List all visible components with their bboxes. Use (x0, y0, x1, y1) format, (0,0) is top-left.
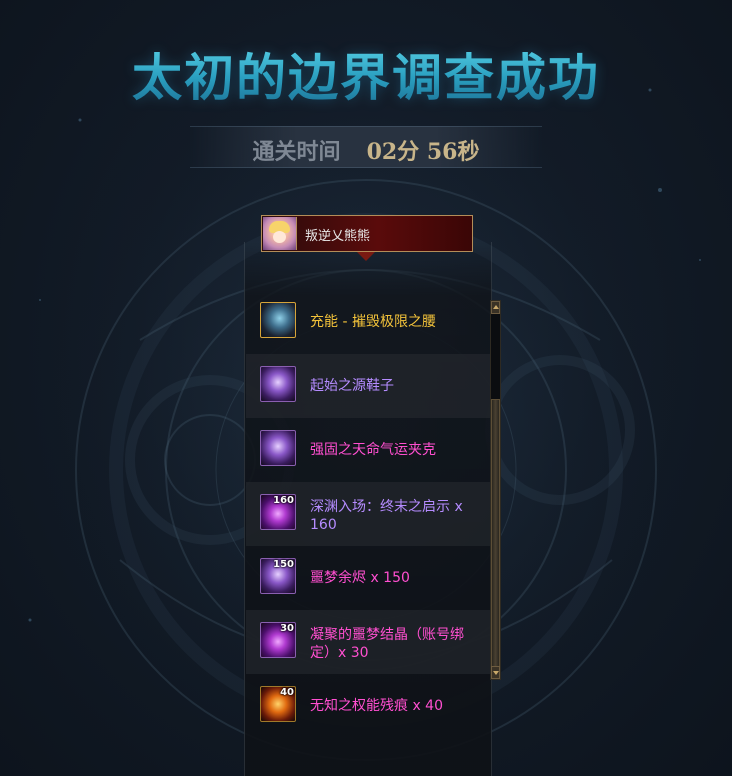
list-item[interactable]: 160 深渊入场：终末之启示 x 160 (246, 482, 490, 546)
trace-icon: 40 (260, 686, 296, 722)
list-item[interactable]: 充能 - 摧毁极限之腰 (246, 290, 490, 354)
list-item[interactable]: 150 噩梦余烬 x 150 (246, 546, 490, 610)
jacket-icon (260, 430, 296, 466)
pointer-arrow-icon (357, 252, 375, 261)
count-badge: 150 (273, 559, 294, 570)
list-item[interactable]: 40 无知之权能残痕 x 40 (246, 674, 490, 738)
scrollbar[interactable] (490, 300, 501, 680)
character-portrait-icon (263, 217, 297, 250)
item-name: 充能 - 摧毁极限之腰 (310, 314, 436, 330)
list-item[interactable]: 强固之天命气运夹克 (246, 418, 490, 482)
scroll-up-icon[interactable] (491, 301, 500, 314)
item-name: 强固之天命气运夹克 (310, 442, 436, 458)
reward-list: 充能 - 摧毁极限之腰 起始之源鞋子 强固之天命气运夹克 160 深渊入场：终末… (246, 290, 490, 738)
count-badge: 160 (273, 495, 294, 506)
player-name: 叛逆乂熊熊 (305, 229, 371, 244)
count-badge: 30 (280, 623, 294, 634)
count-badge: 40 (280, 687, 294, 698)
shoes-icon (260, 366, 296, 402)
abyss-ticket-icon: 160 (260, 494, 296, 530)
item-name: 凝聚的噩梦结晶（账号绑定）x 30 (310, 627, 464, 661)
belt-icon (260, 302, 296, 338)
clear-time-label: 通关时间 (252, 139, 341, 165)
item-name: 深渊入场：终末之启示 x 160 (310, 499, 463, 533)
scroll-thumb[interactable] (491, 399, 500, 667)
player-tag: 叛逆乂熊熊 (261, 215, 473, 252)
item-name: 起始之源鞋子 (310, 378, 394, 394)
scroll-down-icon[interactable] (491, 666, 500, 679)
page-title: 太初的边界调查成功 (0, 38, 732, 110)
crystal-icon: 30 (260, 622, 296, 658)
clear-time-value: 02分 56秒 (366, 139, 480, 165)
item-name: 噩梦余烬 x 150 (310, 570, 410, 586)
clear-time: 通关时间 02分 56秒 (0, 134, 732, 166)
list-item[interactable]: 30 凝聚的噩梦结晶（账号绑定）x 30 (246, 610, 490, 674)
ember-icon: 150 (260, 558, 296, 594)
list-item[interactable]: 起始之源鞋子 (246, 354, 490, 418)
item-name: 无知之权能残痕 x 40 (310, 698, 443, 714)
